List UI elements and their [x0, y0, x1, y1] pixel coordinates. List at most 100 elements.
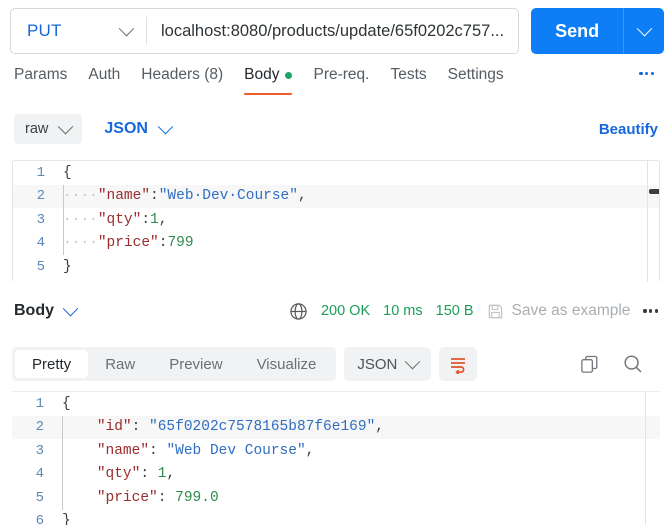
- chevron-down-icon: [157, 118, 174, 134]
- chevron-down-icon: [636, 20, 652, 36]
- json-punct: :: [131, 419, 150, 436]
- body-language-label: JSON: [104, 120, 148, 137]
- word-wrap-button[interactable]: [439, 347, 478, 381]
- code-line: 2 ····"name":"Web·Dev·Course",: [13, 184, 659, 208]
- response-meta: 200 OK 10 ms 150 B Save as example: [289, 302, 658, 321]
- tab-settings[interactable]: Settings: [448, 63, 504, 95]
- line-number: 4: [36, 235, 45, 252]
- globe-icon[interactable]: [289, 302, 308, 321]
- code-line: 3 "name": "Web Dev Course",: [12, 439, 660, 463]
- send-button[interactable]: Send: [531, 8, 624, 54]
- code-line: 2 "id": "65f0202c7578165b87f6e169",: [12, 415, 660, 439]
- url-input[interactable]: localhost:8080/products/update/65f0202c7…: [147, 9, 518, 53]
- body-language-dropdown[interactable]: JSON: [104, 118, 174, 138]
- json-punct: ,: [305, 442, 315, 459]
- json-punct: :: [140, 466, 158, 483]
- code-line: 4 ····"price":799: [13, 231, 659, 255]
- response-language-label: JSON: [357, 355, 398, 373]
- chevron-down-icon: [118, 20, 135, 36]
- response-view-tabs: Pretty Raw Preview Visualize: [12, 347, 337, 381]
- tab-label: Settings: [447, 66, 504, 83]
- tab-tests[interactable]: Tests: [390, 63, 426, 95]
- json-punct: ,: [375, 419, 384, 436]
- tab-label: Params: [14, 66, 68, 83]
- tab-params[interactable]: Params: [14, 63, 67, 95]
- json-punct: :: [141, 211, 151, 228]
- line-number: 3: [35, 442, 44, 459]
- code-content: "id": "65f0202c7578165b87f6e169",: [58, 419, 384, 435]
- body-type-label: raw: [25, 121, 49, 137]
- response-time: 10 ms: [383, 303, 423, 319]
- json-punct: ,: [166, 466, 176, 483]
- response-status-bar: Body 200 OK 10 ms 150 B Save as example: [0, 290, 672, 332]
- code-line: 5 }: [13, 255, 659, 279]
- code-content: }: [63, 258, 72, 275]
- http-method-label: PUT: [27, 21, 62, 40]
- save-as-example-label: Save as example: [511, 302, 631, 319]
- code-line: 3 ····"qty":1,: [13, 208, 659, 232]
- json-key: "qty": [97, 211, 142, 228]
- editor-ruler: [645, 392, 646, 525]
- request-body-editor[interactable]: 1 { 2 ····"name":"Web·Dev·Course", 3 ···…: [12, 160, 660, 282]
- line-number: 6: [35, 513, 44, 525]
- horizontal-scrollbar-thumb[interactable]: [649, 189, 659, 194]
- body-modified-dot-icon: [285, 71, 293, 79]
- whitespace-markers: ····: [63, 188, 98, 205]
- code-content: ····"qty":1,: [59, 212, 167, 228]
- tab-raw[interactable]: Raw: [88, 350, 152, 378]
- send-options-button[interactable]: [623, 8, 664, 54]
- json-key: "name": [96, 442, 150, 459]
- chevron-down-icon[interactable]: [62, 300, 79, 316]
- code-content: {: [63, 164, 72, 181]
- chevron-down-icon: [58, 118, 74, 134]
- editor-ruler: [647, 161, 648, 282]
- body-type-bar: raw JSON Beautify: [0, 108, 672, 150]
- line-number: 5: [36, 258, 45, 275]
- whitespace-markers: ····: [63, 211, 98, 228]
- json-punct: ,: [158, 211, 168, 228]
- json-value: 799.0: [175, 489, 219, 506]
- json-key: "id": [96, 419, 132, 436]
- tab-label: Body: [244, 66, 280, 83]
- line-number: 2: [36, 188, 45, 205]
- code-content: }: [62, 513, 71, 525]
- response-language-dropdown[interactable]: JSON: [344, 347, 432, 381]
- request-tabs: Params Auth Headers (8) Body Pre-req. Te…: [0, 63, 672, 102]
- json-punct: ,: [297, 188, 307, 205]
- save-icon: [488, 304, 502, 318]
- chevron-down-icon: [405, 353, 421, 369]
- tab-visualize[interactable]: Visualize: [240, 350, 334, 378]
- code-content: {: [62, 395, 71, 412]
- request-tabs-more-icon[interactable]: [639, 72, 654, 76]
- response-body-viewer[interactable]: 1 { 2 "id": "65f0202c7578165b87f6e169", …: [12, 391, 660, 525]
- line-number: 5: [35, 489, 44, 506]
- body-type-dropdown[interactable]: raw: [14, 114, 83, 144]
- code-content: ····"name":"Web·Dev·Course",: [59, 188, 307, 204]
- http-method-dropdown[interactable]: PUT: [11, 9, 146, 53]
- json-value: 1: [150, 211, 159, 228]
- tab-pretty[interactable]: Pretty: [15, 350, 89, 378]
- code-line: 6 }: [12, 510, 660, 525]
- copy-icon[interactable]: [579, 354, 600, 375]
- tab-pre-request[interactable]: Pre-req.: [313, 63, 369, 95]
- json-value: "Web·Dev·Course": [158, 188, 298, 205]
- code-content: "qty": 1,: [58, 466, 175, 482]
- tab-auth[interactable]: Auth: [88, 63, 120, 95]
- json-value: 799: [167, 235, 194, 252]
- code-line: 1 {: [13, 161, 659, 185]
- response-more-icon[interactable]: [643, 309, 658, 313]
- code-line: 5 "price": 799.0: [12, 486, 660, 510]
- beautify-button[interactable]: Beautify: [599, 121, 658, 138]
- save-as-example-button[interactable]: Save as example: [487, 302, 631, 320]
- tab-headers[interactable]: Headers (8): [141, 63, 223, 95]
- tab-preview[interactable]: Preview: [152, 350, 239, 378]
- tab-body[interactable]: Body: [244, 63, 293, 95]
- json-key: "qty": [96, 466, 141, 483]
- json-key: "price": [97, 235, 159, 252]
- search-icon[interactable]: [622, 353, 644, 375]
- json-key: "price": [96, 489, 158, 506]
- json-punct: :: [150, 188, 159, 205]
- json-value: "65f0202c7578165b87f6e169": [149, 419, 376, 436]
